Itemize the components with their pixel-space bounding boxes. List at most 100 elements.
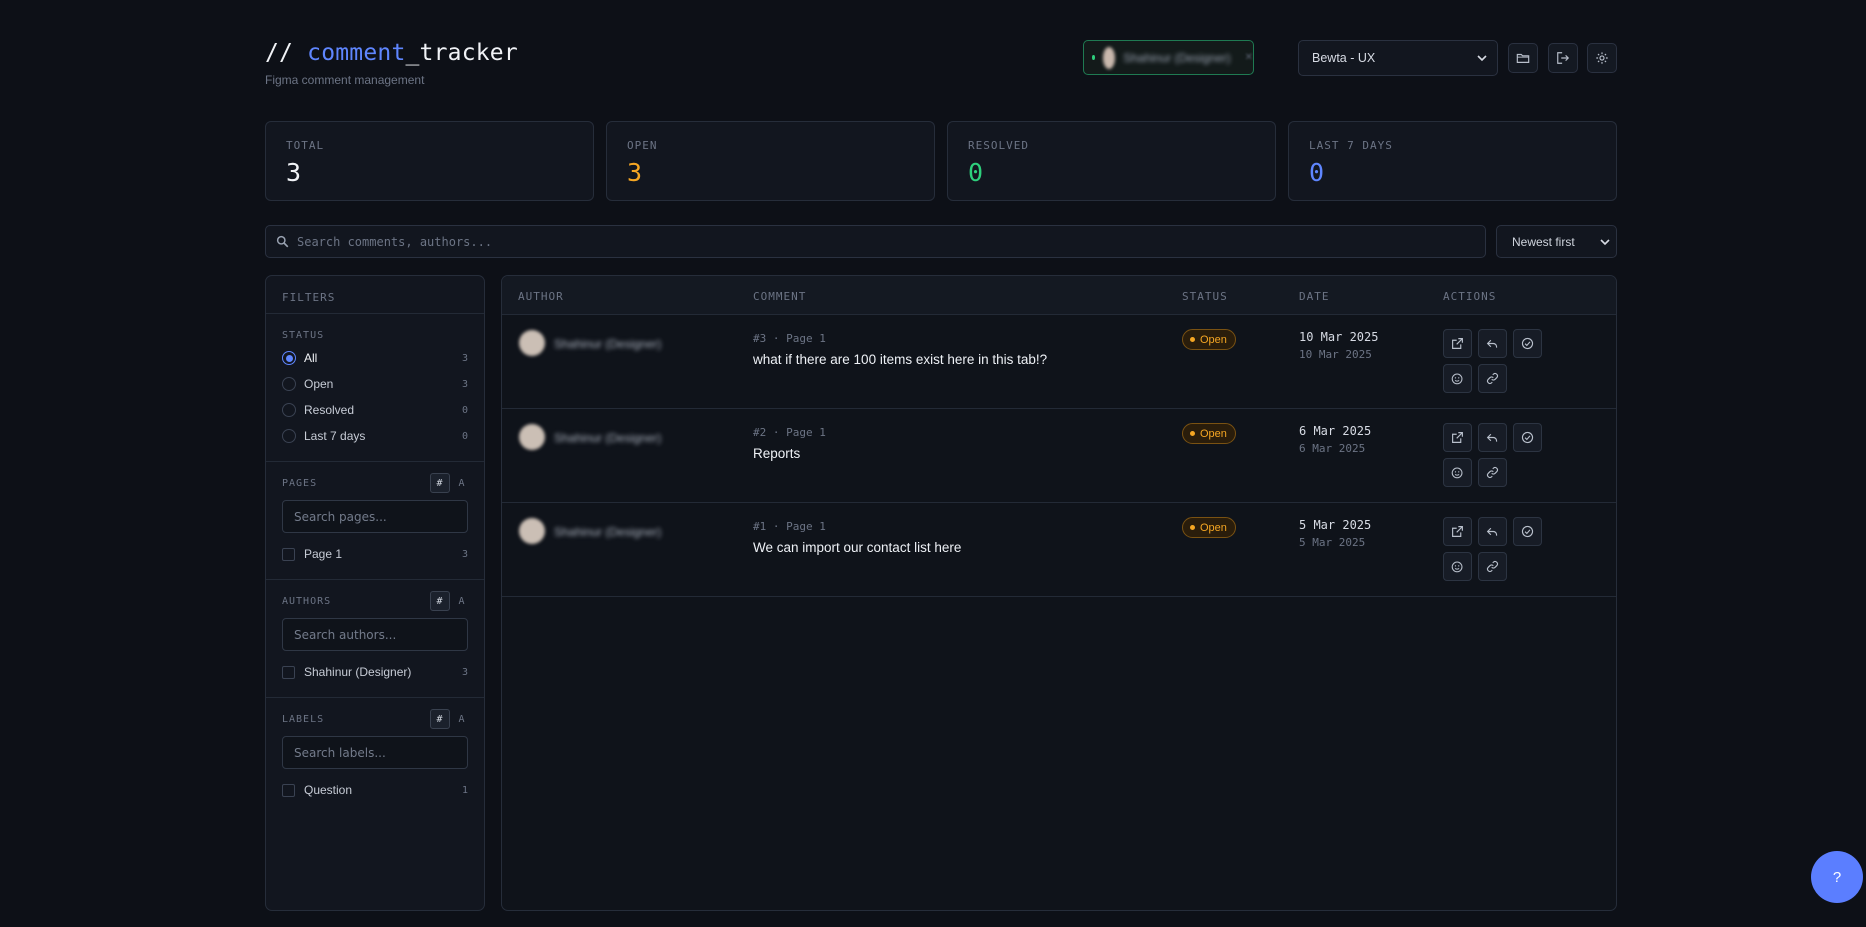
status-badge: Open	[1182, 517, 1236, 538]
close-icon[interactable]: ✕	[1245, 52, 1253, 63]
comment-meta: #3 · Page 1	[753, 332, 826, 345]
option-count: 0	[461, 430, 468, 442]
labels-section-title: LABELS # A	[282, 709, 468, 729]
item-label: Question	[304, 783, 353, 797]
status-option-last-7-days[interactable]: Last 7 days 0	[282, 423, 468, 449]
copy-link-button[interactable]	[1478, 364, 1507, 393]
item-count: 3	[461, 548, 468, 560]
radio-button[interactable]	[282, 351, 296, 365]
sort-toggle: # A	[430, 473, 468, 493]
check-circle-icon	[1521, 337, 1534, 350]
sort-select[interactable]: Newest first	[1496, 225, 1617, 258]
folder-icon	[1516, 53, 1530, 63]
reply-button[interactable]	[1478, 423, 1507, 452]
resolve-button[interactable]	[1513, 329, 1542, 358]
checkbox[interactable]	[282, 547, 295, 561]
open-in-figma-button[interactable]	[1443, 517, 1472, 546]
sort-by-count-toggle[interactable]: #	[430, 473, 450, 493]
option-count: 3	[461, 352, 468, 364]
resolve-button[interactable]	[1513, 517, 1542, 546]
status-filter-section: STATUS All 3 Open 3 Resolved 0 Last 7 da…	[266, 314, 484, 462]
header: // comment_tracker Figma comment managem…	[265, 40, 1617, 90]
option-count: 0	[461, 404, 468, 416]
stat-label: LAST 7 DAYS	[1309, 139, 1393, 152]
sort-by-count-toggle[interactable]: #	[430, 591, 450, 611]
stat-card-resolved: RESOLVED 0	[947, 121, 1276, 201]
sort-select-value: Newest first	[1512, 234, 1575, 249]
comment-date-sub: 10 Mar 2025	[1299, 348, 1372, 361]
author-avatar	[519, 330, 545, 356]
page-filter-item[interactable]: Page 1 3	[282, 541, 468, 567]
table-row[interactable]: Shahinur (Designer) #1 · Page 1 We can i…	[502, 503, 1616, 597]
status-option-resolved[interactable]: Resolved 0	[282, 397, 468, 423]
status-option-open[interactable]: Open 3	[282, 371, 468, 397]
checkbox[interactable]	[282, 783, 295, 797]
comment-date: 5 Mar 2025	[1299, 518, 1372, 532]
section-title-text: AUTHORS	[282, 595, 332, 607]
settings-button[interactable]	[1587, 43, 1617, 73]
app-subtitle: Figma comment management	[265, 73, 425, 87]
reply-button[interactable]	[1478, 329, 1507, 358]
sort-alpha-toggle[interactable]: A	[456, 478, 468, 489]
radio-button[interactable]	[282, 429, 296, 443]
comment-date-sub: 5 Mar 2025	[1299, 536, 1366, 549]
status-section-title: STATUS	[282, 325, 468, 345]
app-title: // comment_tracker	[265, 40, 518, 66]
status-badge: Open	[1182, 423, 1236, 444]
reply-button[interactable]	[1478, 517, 1507, 546]
item-count: 1	[461, 784, 468, 796]
radio-button[interactable]	[282, 403, 296, 417]
comments-table: AUTHOR COMMENT STATUS DATE ACTIONS Shahi…	[501, 275, 1617, 911]
copy-link-button[interactable]	[1478, 552, 1507, 581]
smiley-add-icon	[1451, 561, 1463, 573]
search-input[interactable]	[297, 234, 1485, 249]
chevron-down-icon	[1600, 238, 1610, 245]
logout-button[interactable]	[1548, 43, 1578, 73]
search-authors-input[interactable]	[282, 618, 468, 651]
author-filter-item[interactable]: Shahinur (Designer) 3	[282, 659, 468, 685]
user-name: Shahinur (Designer)	[1123, 50, 1231, 65]
sort-alpha-toggle[interactable]: A	[456, 714, 468, 725]
comment-meta: #2 · Page 1	[753, 426, 826, 439]
help-button[interactable]: ?	[1811, 851, 1863, 903]
sort-by-count-toggle[interactable]: #	[430, 709, 450, 729]
label-filter-item[interactable]: Question 1	[282, 777, 468, 803]
add-reaction-button[interactable]	[1443, 552, 1472, 581]
add-reaction-button[interactable]	[1443, 458, 1472, 487]
check-circle-icon	[1521, 431, 1534, 444]
check-circle-icon	[1521, 525, 1534, 538]
stat-value: 3	[627, 158, 643, 187]
table-row[interactable]: Shahinur (Designer) #3 · Page 1 what if …	[502, 315, 1616, 409]
stat-card-total: TOTAL 3	[265, 121, 594, 201]
stat-label: RESOLVED	[968, 139, 1029, 152]
search-box	[265, 225, 1486, 258]
open-in-figma-button[interactable]	[1443, 329, 1472, 358]
table-row[interactable]: Shahinur (Designer) #2 · Page 1 Reports …	[502, 409, 1616, 503]
search-labels-input[interactable]	[282, 736, 468, 769]
column-header-author: AUTHOR	[518, 290, 564, 303]
checkbox[interactable]	[282, 665, 295, 679]
pages-filter-section: PAGES # A Page 1 3	[266, 462, 484, 580]
radio-button[interactable]	[282, 377, 296, 391]
stat-label: OPEN	[627, 139, 658, 152]
author-name: Shahinur (Designer)	[554, 525, 662, 539]
user-chip[interactable]: Shahinur (Designer) ✕	[1083, 40, 1254, 75]
open-in-figma-button[interactable]	[1443, 423, 1472, 452]
resolve-button[interactable]	[1513, 423, 1542, 452]
logout-icon	[1557, 52, 1570, 64]
column-header-status: STATUS	[1182, 290, 1228, 303]
column-header-comment: COMMENT	[753, 290, 807, 303]
author-name: Shahinur (Designer)	[554, 431, 662, 445]
sort-alpha-toggle[interactable]: A	[456, 596, 468, 607]
option-label: Last 7 days	[304, 429, 366, 443]
brand: // comment_tracker Figma comment managem…	[265, 40, 518, 87]
add-reaction-button[interactable]	[1443, 364, 1472, 393]
option-label: All	[304, 351, 318, 365]
search-pages-input[interactable]	[282, 500, 468, 533]
project-select[interactable]: Bewta - UX	[1298, 40, 1498, 76]
copy-link-button[interactable]	[1478, 458, 1507, 487]
open-folder-button[interactable]	[1508, 43, 1538, 73]
column-header-date: DATE	[1299, 290, 1330, 303]
section-title-text: LABELS	[282, 713, 325, 725]
status-option-all[interactable]: All 3	[282, 345, 468, 371]
